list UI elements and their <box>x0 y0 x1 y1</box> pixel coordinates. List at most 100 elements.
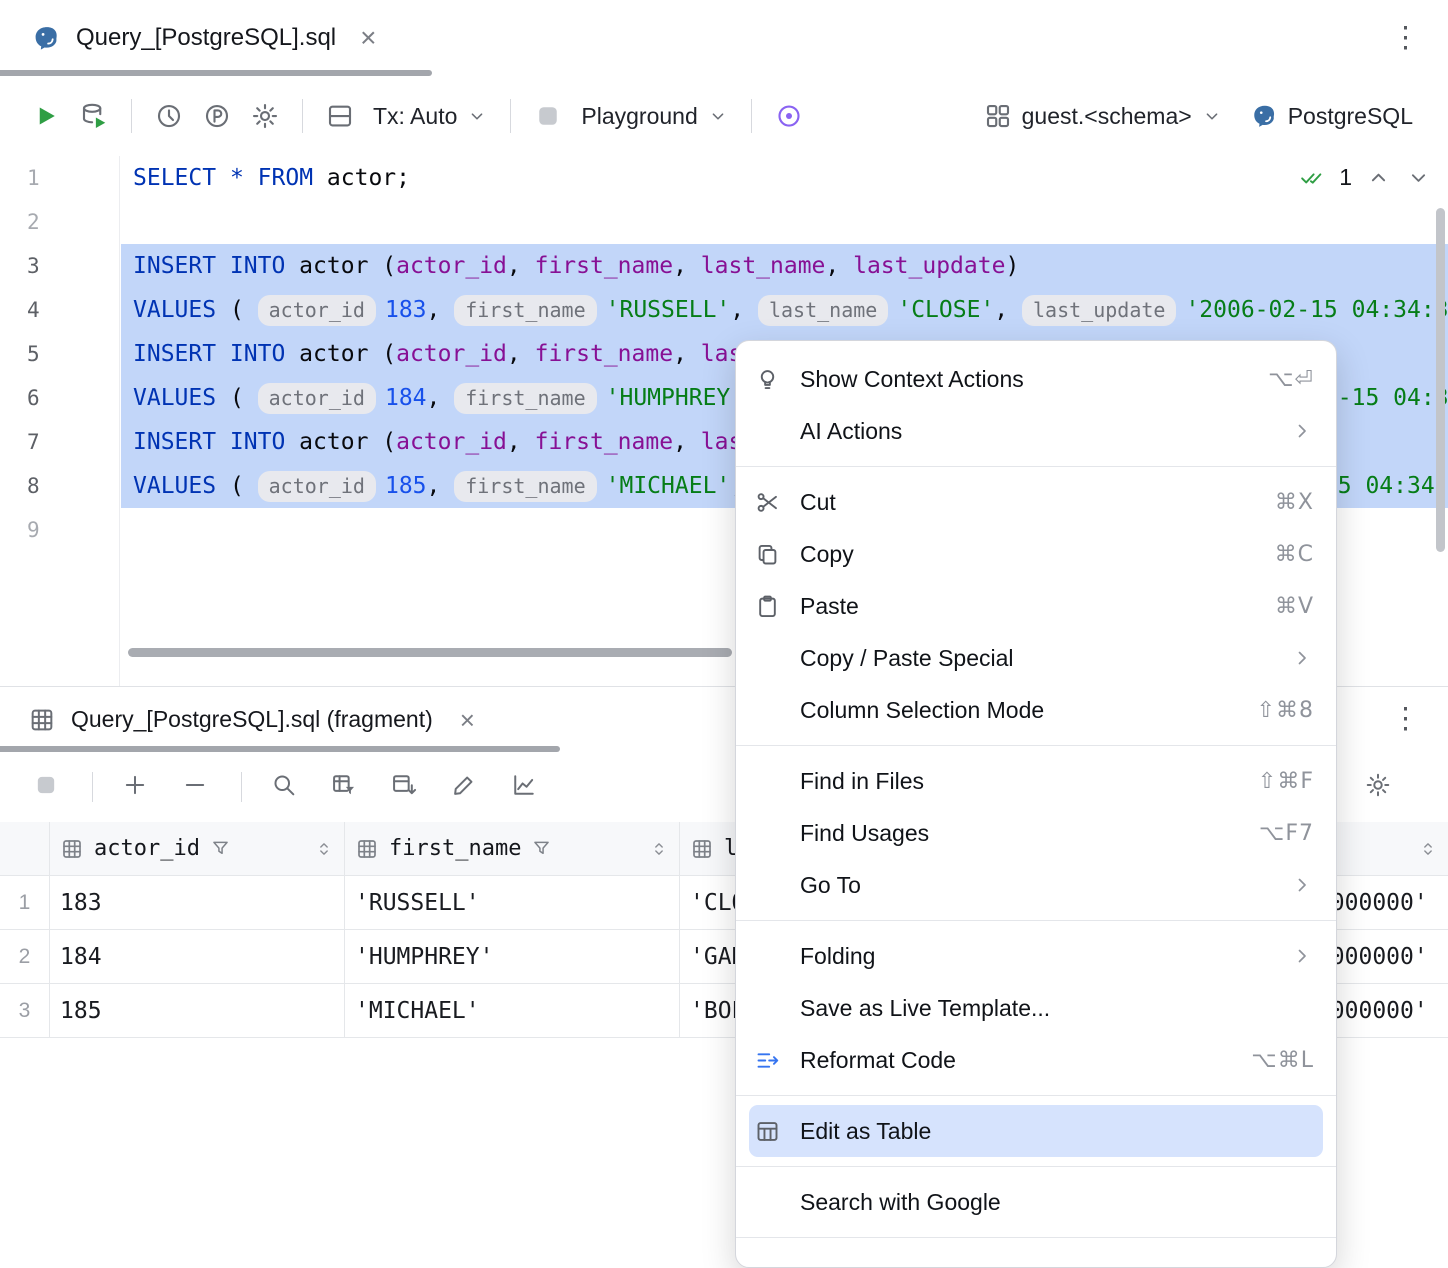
table-cell[interactable]: 185 <box>50 984 345 1037</box>
code-token: 'RUSSELL' <box>606 297 731 323</box>
line-number[interactable]: 1 <box>0 156 119 200</box>
code-token: VALUES <box>133 473 216 499</box>
menu-item-right <box>1290 419 1314 443</box>
tabbar-kebab-icon[interactable]: ⋮ <box>1391 24 1420 53</box>
row-number[interactable]: 1 <box>0 876 50 929</box>
menu-item-search-with-google[interactable]: Search with Google <box>736 1176 1336 1228</box>
table-cell[interactable]: 'MICHAEL' <box>345 984 680 1037</box>
code-token: last_update <box>853 253 1005 279</box>
stop-button[interactable] <box>524 93 572 139</box>
code-token: 185 <box>385 473 427 499</box>
menu-item-reformat-code[interactable]: Reformat Code⌥⌘L <box>736 1034 1336 1086</box>
menu-shortcut: ⌘V <box>1275 594 1314 619</box>
code-token: 'MICHAEL' <box>606 473 731 499</box>
chart-button[interactable] <box>504 765 544 810</box>
export-grid-button[interactable] <box>384 765 424 810</box>
in-editor-results-toggle[interactable] <box>316 93 364 139</box>
code-token: ) <box>1005 253 1019 279</box>
parameter-hint: first_name <box>454 295 596 326</box>
add-row-button[interactable] <box>115 765 155 810</box>
schema-selector[interactable]: guest.<schema> <box>974 93 1232 139</box>
delete-row-button[interactable] <box>175 765 215 810</box>
console-settings-button[interactable] <box>241 93 289 139</box>
menu-item-edit-as-table[interactable]: Edit as Table <box>749 1105 1323 1157</box>
menu-item-folding[interactable]: Folding <box>736 930 1336 982</box>
menu-item-find-in-files[interactable]: Find in Files⇧⌘F <box>736 755 1336 807</box>
menu-item-paste[interactable]: Paste⌘V <box>736 580 1336 632</box>
delete-row-icon <box>181 771 209 799</box>
menu-item-save-as-live-template[interactable]: Save as Live Template... <box>736 982 1336 1034</box>
code-token: actor_id <box>396 253 507 279</box>
row-number[interactable]: 3 <box>0 984 50 1037</box>
code-token: , <box>427 473 455 499</box>
menu-item-copy-paste-special[interactable]: Copy / Paste Special <box>736 632 1336 684</box>
scissors-icon <box>754 489 800 516</box>
previous-statement-icon[interactable] <box>1365 164 1392 191</box>
table-cell[interactable]: 'RUSSELL' <box>345 876 680 929</box>
explain-plan-button[interactable] <box>193 93 241 139</box>
tx-mode-selector[interactable]: Tx: Auto <box>364 95 497 138</box>
console-mode-selector[interactable]: Playground <box>572 95 737 138</box>
line-number[interactable]: 4 <box>0 288 119 332</box>
reformat-icon <box>754 1047 800 1074</box>
sort-toggle[interactable] <box>314 839 334 859</box>
tab-query-postgresql-sql[interactable]: Query_[PostgreSQL].sql × <box>0 0 394 76</box>
line-number[interactable]: 3 <box>0 244 119 288</box>
code-line[interactable]: INSERT INTO actor (actor_id, first_name,… <box>121 244 1448 288</box>
code-line[interactable] <box>121 200 1448 244</box>
dbms-selector[interactable]: PostgreSQL <box>1240 93 1422 139</box>
settings-button[interactable] <box>1358 765 1398 810</box>
run-button[interactable] <box>22 93 70 139</box>
line-number[interactable]: 5 <box>0 332 119 376</box>
search-button[interactable] <box>264 765 304 810</box>
table-cell[interactable]: 184 <box>50 930 345 983</box>
editor-vertical-scrollbar[interactable] <box>1436 208 1445 552</box>
column-header-actor_id[interactable]: actor_id <box>50 822 345 875</box>
paste-icon <box>754 593 800 620</box>
lightbulb-icon <box>754 366 800 393</box>
menu-item-find-usages[interactable]: Find Usages⌥F7 <box>736 807 1336 859</box>
fragment-tab-close-icon[interactable]: × <box>460 707 475 733</box>
line-number[interactable]: 2 <box>0 200 119 244</box>
menu-item-label: Show Context Actions <box>800 366 1268 393</box>
ai-assistant-button[interactable] <box>765 93 813 139</box>
filter-grid-button[interactable] <box>324 765 364 810</box>
table-cell[interactable]: 183 <box>50 876 345 929</box>
results-kebab-icon[interactable]: ⋮ <box>1391 705 1420 734</box>
sort-toggle[interactable] <box>649 839 669 859</box>
query-history-button[interactable] <box>145 93 193 139</box>
column-name: first_name <box>389 836 521 861</box>
fragment-tab-title[interactable]: Query_[PostgreSQL].sql (fragment) <box>71 706 433 733</box>
code-token: , <box>730 297 758 323</box>
code-line[interactable]: SELECT * FROM actor; <box>121 156 1448 200</box>
menu-item-copy[interactable]: Copy⌘C <box>736 528 1336 580</box>
results-tabbar-scrollbar[interactable] <box>0 746 560 752</box>
menu-item-label: Reformat Code <box>800 1047 1251 1074</box>
menu-item-go-to[interactable]: Go To <box>736 859 1336 911</box>
line-number[interactable]: 6 <box>0 376 119 420</box>
parameter-hint: first_name <box>454 383 596 414</box>
column-header-first_name[interactable]: first_name <box>345 822 680 875</box>
code-line[interactable]: VALUES ( actor_id183, first_name'RUSSELL… <box>121 288 1448 332</box>
code-token: , <box>825 253 853 279</box>
results-toolbar-separator <box>241 772 242 802</box>
main-toolbar: Tx: Auto Playground guest.<schema>PostgreS… <box>0 76 1448 156</box>
run-icon <box>31 101 61 131</box>
line-number[interactable]: 7 <box>0 420 119 464</box>
tab-close-icon[interactable]: × <box>360 24 376 52</box>
line-number[interactable]: 9 <box>0 508 119 552</box>
table-cell[interactable]: 'HUMPHREY' <box>345 930 680 983</box>
sort-toggle[interactable] <box>1418 839 1438 859</box>
menu-item-column-selection-mode[interactable]: Column Selection Mode⇧⌘8 <box>736 684 1336 736</box>
next-statement-icon[interactable] <box>1405 164 1432 191</box>
menu-item-ai-actions[interactable]: AI Actions <box>736 405 1336 457</box>
menu-separator <box>736 745 1336 746</box>
stop-button[interactable] <box>26 765 66 810</box>
editor-horizontal-scrollbar[interactable] <box>128 648 732 657</box>
edit-button[interactable] <box>444 765 484 810</box>
line-number[interactable]: 8 <box>0 464 119 508</box>
menu-item-show-context-actions[interactable]: Show Context Actions⌥⏎ <box>736 353 1336 405</box>
menu-item-cut[interactable]: Cut⌘X <box>736 476 1336 528</box>
row-number[interactable]: 2 <box>0 930 50 983</box>
execute-script-button[interactable] <box>70 93 118 139</box>
